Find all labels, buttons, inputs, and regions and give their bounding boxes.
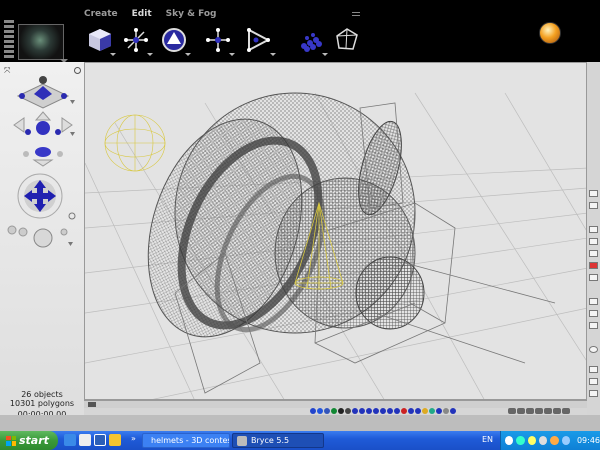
- quick-launch: [64, 434, 121, 446]
- clock[interactable]: 09:46: [577, 436, 600, 445]
- tray-icon-5[interactable]: [550, 436, 559, 445]
- camera-zoom-icon[interactable]: [23, 147, 63, 167]
- xz-trackball-icon[interactable]: [13, 111, 73, 135]
- task-label: helmets - 3D contests...: [151, 436, 229, 445]
- pyramid-align-icon[interactable]: [244, 26, 272, 54]
- trackball-options-icon[interactable]: [70, 132, 75, 136]
- mesh-box-icon[interactable]: [333, 26, 361, 54]
- palette-item-3[interactable]: [589, 250, 598, 257]
- task-label: Bryce 5.5: [251, 436, 290, 445]
- wireframe-scene: [85, 92, 586, 399]
- light-object[interactable]: [104, 114, 166, 172]
- palette-item-2[interactable]: [589, 238, 598, 245]
- polygon-count: 10301 polygons: [9, 399, 75, 408]
- pan-options-icon[interactable]: [68, 212, 76, 220]
- nano-preview[interactable]: [18, 24, 64, 60]
- desktop-quicklaunch-icon[interactable]: [79, 434, 91, 446]
- nano-view-bars[interactable]: [4, 20, 14, 60]
- windows-logo-icon: [6, 435, 16, 446]
- start-button[interactable]: start: [0, 431, 58, 450]
- palette-item-5[interactable]: [589, 298, 598, 305]
- hand-tool-icon[interactable]: [589, 390, 598, 397]
- right-tool-strip: [587, 62, 600, 415]
- align-options-icon[interactable]: [270, 53, 276, 56]
- palette-item-4[interactable]: [589, 274, 598, 281]
- animation-timeline[interactable]: [84, 400, 587, 408]
- view-control-icon[interactable]: [16, 76, 70, 109]
- edit-tool-icon[interactable]: [589, 202, 598, 209]
- quicklaunch-chevron-icon[interactable]: »: [131, 434, 136, 443]
- cube-options-icon[interactable]: [110, 53, 116, 56]
- palette-menu: Create Edit Sky & Fog: [84, 9, 216, 23]
- camera-navigation-widgets: [7, 76, 76, 248]
- start-label: start: [19, 434, 49, 447]
- status-bar: [0, 415, 600, 431]
- bryce-app-icon: [237, 435, 247, 446]
- bryce-logo-icon[interactable]: [539, 22, 561, 44]
- windows-taskbar: start » helmets - 3D contests... Bryce 5…: [0, 431, 600, 450]
- menu-edit[interactable]: Edit: [132, 9, 152, 23]
- cube-icon[interactable]: [86, 26, 114, 54]
- menu-create[interactable]: Create: [84, 9, 118, 23]
- palette-item-6[interactable]: [589, 310, 598, 317]
- tray-icon-1[interactable]: [505, 436, 514, 445]
- rotate-options-icon[interactable]: [185, 53, 191, 56]
- tray-icon-2[interactable]: [516, 436, 525, 445]
- object-count: 26 objects: [21, 390, 63, 399]
- palette-item-red[interactable]: [589, 262, 598, 269]
- move-options-icon[interactable]: [147, 53, 153, 56]
- brush-tool-icon[interactable]: [589, 190, 598, 197]
- wireframe-viewport[interactable]: [84, 62, 587, 400]
- task-helmets-browser[interactable]: helmets - 3D contests...: [142, 433, 230, 448]
- folder-quicklaunch-icon[interactable]: [109, 434, 121, 446]
- random-spheres-icon[interactable]: [296, 26, 324, 54]
- pan-control-icon[interactable]: [17, 173, 63, 219]
- bryce-window: Create Edit Sky & Fog ⤧ 26 objects 10301…: [0, 0, 600, 431]
- resize-axes-icon[interactable]: [204, 26, 232, 54]
- render-sphere-icon[interactable]: [589, 346, 598, 353]
- palette-toggle-icon[interactable]: [352, 12, 360, 16]
- browser-quicklaunch-icon[interactable]: [64, 434, 76, 446]
- menu-sky-fog[interactable]: Sky & Fog: [166, 9, 217, 23]
- volume-icon[interactable]: [561, 436, 570, 445]
- view-options-icon[interactable]: [70, 100, 75, 104]
- rotate-sphere-icon[interactable]: [160, 26, 188, 54]
- zoom-out-icon[interactable]: [589, 378, 598, 385]
- language-indicator[interactable]: EN: [482, 435, 493, 444]
- system-tray: 09:46: [500, 431, 600, 450]
- resize-options-icon[interactable]: [229, 53, 235, 56]
- palette-item-1[interactable]: [589, 226, 598, 233]
- render-controls[interactable]: [7, 225, 73, 248]
- timeline-scrubber[interactable]: [88, 402, 96, 407]
- task-bryce[interactable]: Bryce 5.5: [232, 433, 324, 448]
- playback-controls[interactable]: [508, 408, 570, 414]
- tray-icon-3[interactable]: [527, 436, 536, 445]
- randomize-options-icon[interactable]: [322, 53, 328, 56]
- media-quicklaunch-icon[interactable]: [94, 434, 106, 446]
- zoom-in-icon[interactable]: [589, 366, 598, 373]
- tray-icon-4[interactable]: [538, 436, 548, 445]
- palette-item-7[interactable]: [589, 322, 598, 329]
- move-axes-icon[interactable]: [122, 26, 150, 54]
